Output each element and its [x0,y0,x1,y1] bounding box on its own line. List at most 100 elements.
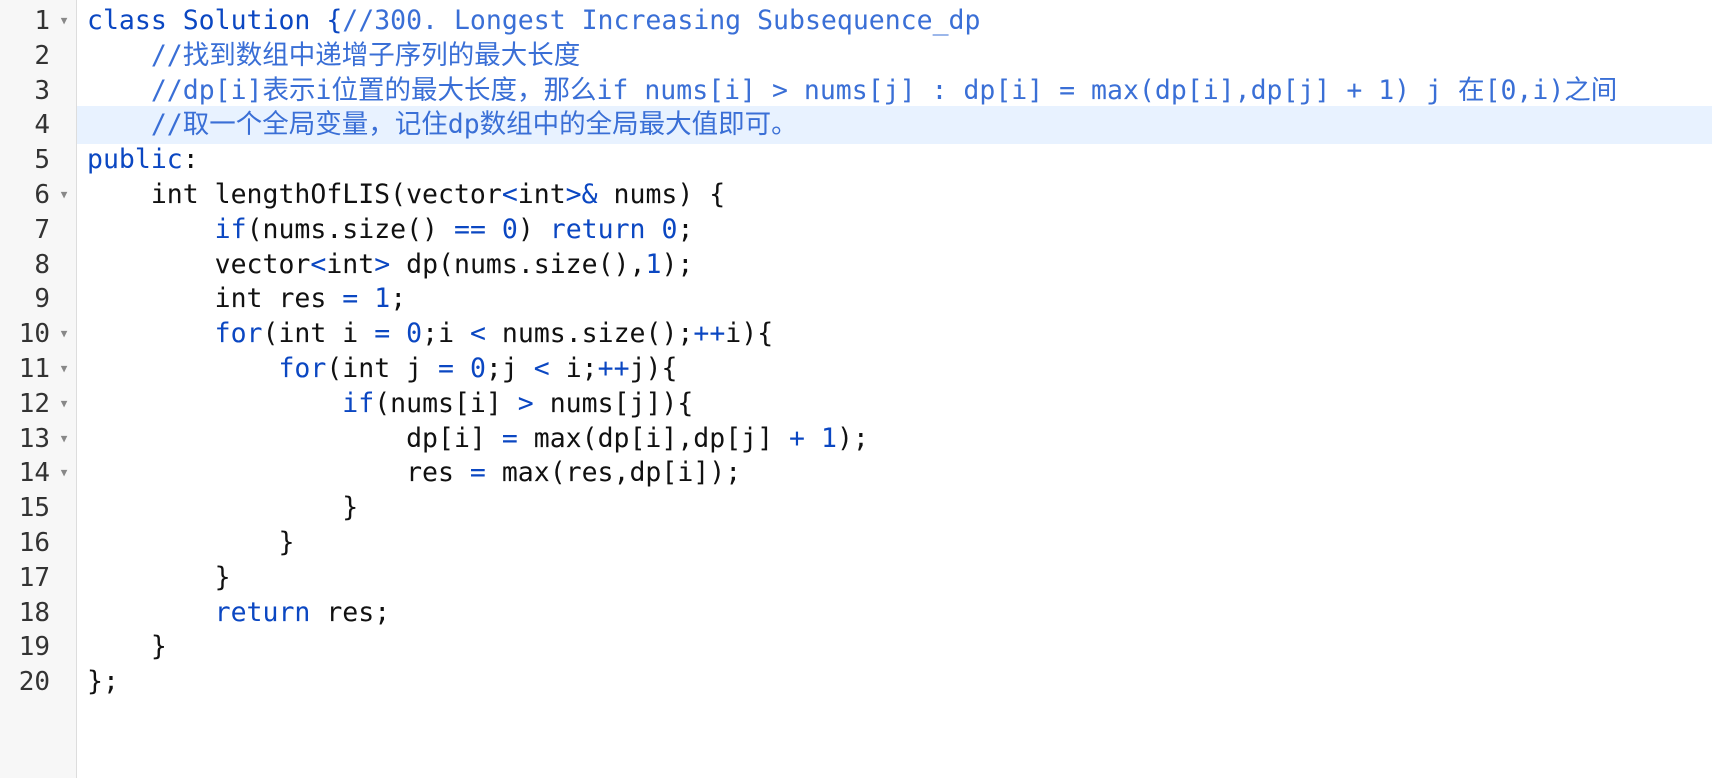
code-line[interactable]: 10 ▼ for(int i = 0;i < nums.size();++i){ [0,315,1712,353]
code-line[interactable]: 19 } [0,628,1712,666]
code-token: //300. Longest Increasing Subsequence_dp [342,5,981,36]
code-text[interactable]: if(nums[i] > nums[j]){ [87,385,693,423]
code-editor[interactable]: 1 ▼ class Solution {//300. Longest Increas… [0,0,1712,778]
code-line[interactable]: 16 } [0,524,1712,562]
triangle-down-icon[interactable]: ▼ [57,315,71,353]
code-token: vector [87,248,311,280]
code-text[interactable]: dp[i] = max(dp[i],dp[j] + 1); [87,420,869,458]
code-token: 0 [406,318,423,350]
code-text[interactable]: } [87,628,167,666]
line-number: 19 [18,632,50,663]
code-token: + [789,422,805,454]
code-token: if [342,387,375,419]
code-token: 1 [645,248,662,280]
code-line[interactable]: 2 //找到数组中递增子序列的最大长度 [0,37,1712,75]
code-token: for [278,353,327,384]
code-line[interactable]: 8 vector<int> dp(nums.size(),1); [0,246,1712,284]
code-token: ); [836,422,869,454]
code-line[interactable]: 9 int res = 1; [0,280,1712,318]
triangle-down-icon[interactable]: ▼ [57,385,71,423]
code-token: ; [677,213,694,245]
code-token: int res [87,283,343,315]
code-text[interactable]: //取一个全局变量，记住dp数组中的全局最大值即可。 [87,106,798,144]
code-text[interactable]: }; [87,663,119,701]
code-text[interactable]: } [87,489,358,527]
code-token: > [517,387,534,419]
code-text[interactable]: //dp[i]表示i位置的最大长度，那么if nums[i] > nums[j]… [87,72,1617,110]
triangle-down-icon[interactable]: ▼ [57,420,71,458]
line-number: 20 [18,667,50,698]
code-token: max(dp[i],dp[j] [517,422,790,454]
triangle-down-icon[interactable]: ▼ [57,454,71,492]
code-line[interactable]: 17 } [0,559,1712,597]
code-token: (int j [326,353,439,384]
code-token: ); [661,248,694,280]
code-token: class Solution { [87,5,343,36]
code-token: ++ [597,353,630,384]
code-token: int [326,248,375,280]
code-token: (nums[i] [374,387,518,419]
code-text[interactable]: //找到数组中递增子序列的最大长度 [87,37,580,75]
triangle-down-icon[interactable]: ▼ [57,2,71,40]
code-token: = [342,283,359,315]
line-number: 16 [18,528,50,558]
code-line[interactable]: 11 ▼ for(int j = 0;j < i;++j){ [0,350,1712,388]
code-text[interactable]: class Solution {//300. Longest Increasin… [87,2,980,40]
code-line[interactable]: 15 } [0,489,1712,527]
code-text[interactable]: } [87,559,231,597]
code-token: res [87,457,470,489]
code-token: } [87,492,359,524]
code-line[interactable]: 6 ▼ int lengthOfLIS(vector<int>& nums) { [0,176,1712,214]
code-text[interactable]: int res = 1; [87,280,407,318]
code-token: dp[i] [87,422,502,454]
triangle-down-icon[interactable]: ▼ [57,350,71,388]
triangle-down-icon[interactable]: ▼ [57,176,71,214]
code-token: return [549,213,646,245]
code-line[interactable]: 1 ▼ class Solution {//300. Longest Increas… [0,2,1712,40]
code-line[interactable]: 7 if(nums.size() == 0) return 0; [0,211,1712,249]
code-line[interactable]: 13 ▼ dp[i] = max(dp[i],dp[j] + 1); [0,420,1712,458]
code-token: return [214,596,311,628]
code-text[interactable]: if(nums.size() == 0) return 0; [87,211,694,249]
code-line[interactable]: 18 return res; [0,594,1712,632]
code-text[interactable]: vector<int> dp(nums.size(),1); [87,246,694,284]
code-text[interactable]: int lengthOfLIS(vector<int>& nums) { [87,176,725,214]
code-token: public [87,144,183,176]
code-line[interactable]: 4 //取一个全局变量，记住dp数组中的全局最大值即可。 [0,106,1712,145]
code-text[interactable]: for(int i = 0;i < nums.size();++i){ [87,315,774,353]
code-token: 1 [820,422,837,454]
line-number: 13 [18,423,50,454]
code-line[interactable]: 14 ▼ res = max(res,dp[i]); [0,454,1712,492]
code-token: res; [310,596,391,628]
code-text[interactable]: for(int j = 0;j < i;++j){ [87,350,677,388]
code-text[interactable]: public: [87,141,199,179]
code-token: dp(nums.size(), [390,248,646,280]
line-number: 7 [34,214,50,245]
code-token: (int i [262,318,375,350]
code-token: ++ [693,318,726,350]
code-line[interactable]: 20}; [0,663,1712,701]
code-token: = [501,422,518,454]
code-text[interactable]: return res; [87,594,391,632]
code-token: } [87,561,231,593]
code-text[interactable]: res = max(res,dp[i]); [87,454,741,492]
code-token: }; [87,666,119,698]
code-text[interactable]: } [87,524,294,562]
code-token: = [374,318,391,350]
code-line[interactable]: 5 public: [0,141,1712,179]
code-token: nums.size(); [485,318,694,350]
code-token: = [438,353,454,384]
code-line[interactable]: 3 //dp[i]表示i位置的最大长度，那么if nums[i] > nums[… [0,72,1712,110]
code-token: < [501,179,518,210]
code-token: ;i [422,318,470,350]
code-line[interactable]: 12 ▼ if(nums[i] > nums[j]){ [0,385,1712,423]
code-token: < [469,318,486,350]
